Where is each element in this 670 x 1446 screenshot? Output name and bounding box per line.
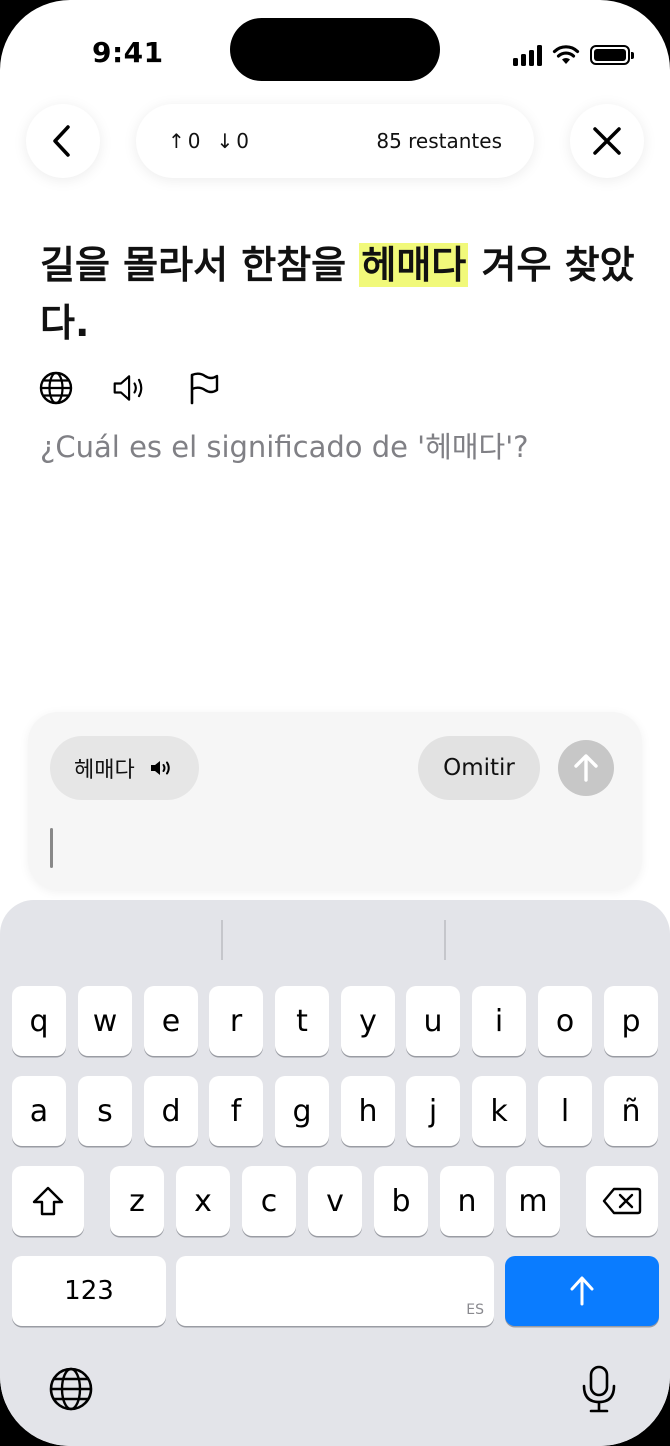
report-button[interactable] <box>186 370 222 406</box>
globe-icon <box>39 371 73 405</box>
word-chip-label: 헤매다 <box>74 758 135 783</box>
key-m[interactable]: m <box>506 1166 560 1236</box>
battery-icon <box>590 45 634 65</box>
key-f[interactable]: f <box>209 1076 263 1146</box>
progress-pill: ↑ 0 ↓ 0 85 restantes <box>136 104 534 178</box>
highlighted-word[interactable]: 헤매다 <box>359 243 469 287</box>
chevron-left-icon <box>53 125 70 157</box>
cellular-signal-icon <box>513 44 542 66</box>
key-y[interactable]: y <box>341 986 395 1056</box>
arrow-up-icon: ↑ <box>168 129 185 153</box>
speaker-icon <box>113 375 143 401</box>
key-c[interactable]: c <box>242 1166 296 1236</box>
shift-key[interactable] <box>12 1166 84 1236</box>
word-pronunciation-chip[interactable]: 헤매다 <box>50 736 199 800</box>
text-caret <box>50 828 53 868</box>
korean-sentence: 길을 몰라서 한참을 헤매다 겨우 찾았다. <box>40 236 640 352</box>
microphone-icon <box>582 1365 616 1413</box>
space-language-label: ES <box>466 1302 484 1318</box>
speaker-icon <box>150 761 170 775</box>
globe-icon <box>49 1367 93 1411</box>
return-key[interactable] <box>505 1256 659 1326</box>
key-w[interactable]: w <box>78 986 132 1056</box>
submit-answer-button[interactable] <box>558 740 614 796</box>
key-h[interactable]: h <box>341 1076 395 1146</box>
answer-card: 헤매다 Omitir <box>28 712 642 890</box>
question-text: ¿Cuál es el significado de '헤매다'? <box>40 430 529 464</box>
key-e[interactable]: e <box>144 986 198 1056</box>
answer-input[interactable] <box>58 822 598 874</box>
status-icons <box>513 40 634 70</box>
key-u[interactable]: u <box>406 986 460 1056</box>
shift-icon <box>32 1186 64 1216</box>
suggestion-divider <box>221 920 223 960</box>
arrow-down-icon: ↓ <box>216 129 234 153</box>
suggestion-divider <box>444 920 446 960</box>
delete-key[interactable] <box>586 1166 658 1236</box>
key-l[interactable]: l <box>538 1076 592 1146</box>
keyboard: q w e r t y u i o p a s d f g h j k l ñ … <box>0 900 670 1446</box>
space-bar[interactable]: ES <box>176 1256 494 1326</box>
arrow-up-icon <box>574 754 598 782</box>
key-n[interactable]: n <box>440 1166 494 1236</box>
listen-button[interactable] <box>112 370 148 406</box>
key-q[interactable]: q <box>12 986 66 1056</box>
key-t[interactable]: t <box>275 986 329 1056</box>
close-icon <box>593 127 621 155</box>
vote-counts: ↑ 0 ↓ 0 <box>168 129 249 153</box>
key-v[interactable]: v <box>308 1166 362 1236</box>
key-i[interactable]: i <box>472 986 526 1056</box>
arrow-up-icon <box>570 1276 594 1306</box>
key-z[interactable]: z <box>110 1166 164 1236</box>
down-count: ↓ 0 <box>216 129 250 153</box>
skip-button[interactable]: Omitir <box>418 736 540 800</box>
key-r[interactable]: r <box>209 986 263 1056</box>
key-p[interactable]: p <box>604 986 658 1056</box>
key-s[interactable]: s <box>78 1076 132 1146</box>
key-k[interactable]: k <box>472 1076 526 1146</box>
status-time: 9:41 <box>92 36 164 69</box>
key-g[interactable]: g <box>275 1076 329 1146</box>
translate-button[interactable] <box>38 370 74 406</box>
back-button[interactable] <box>26 104 100 178</box>
key-b[interactable]: b <box>374 1166 428 1236</box>
key-x[interactable]: x <box>176 1166 230 1236</box>
key-n-tilde[interactable]: ñ <box>604 1076 658 1146</box>
key-o[interactable]: o <box>538 986 592 1056</box>
numbers-key[interactable]: 123 <box>12 1256 166 1326</box>
remaining-count: 85 restantes <box>376 129 502 153</box>
key-j[interactable]: j <box>406 1076 460 1146</box>
keyboard-switch-button[interactable] <box>46 1364 96 1414</box>
phone-screen: 9:41 ↑ 0 ↓ 0 85 restantes 길을 몰라서 한참을 헤매다… <box>0 0 670 1446</box>
sentence-tools <box>38 370 222 406</box>
key-d[interactable]: d <box>144 1076 198 1146</box>
sentence-before: 길을 몰라서 한참을 <box>40 243 360 287</box>
flag-icon <box>190 372 219 405</box>
close-button[interactable] <box>570 104 644 178</box>
dynamic-island <box>230 18 440 81</box>
up-count: ↑ 0 <box>168 129 201 153</box>
dictation-button[interactable] <box>574 1364 624 1414</box>
backspace-icon <box>602 1187 642 1215</box>
wifi-icon <box>552 45 580 64</box>
key-a[interactable]: a <box>12 1076 66 1146</box>
